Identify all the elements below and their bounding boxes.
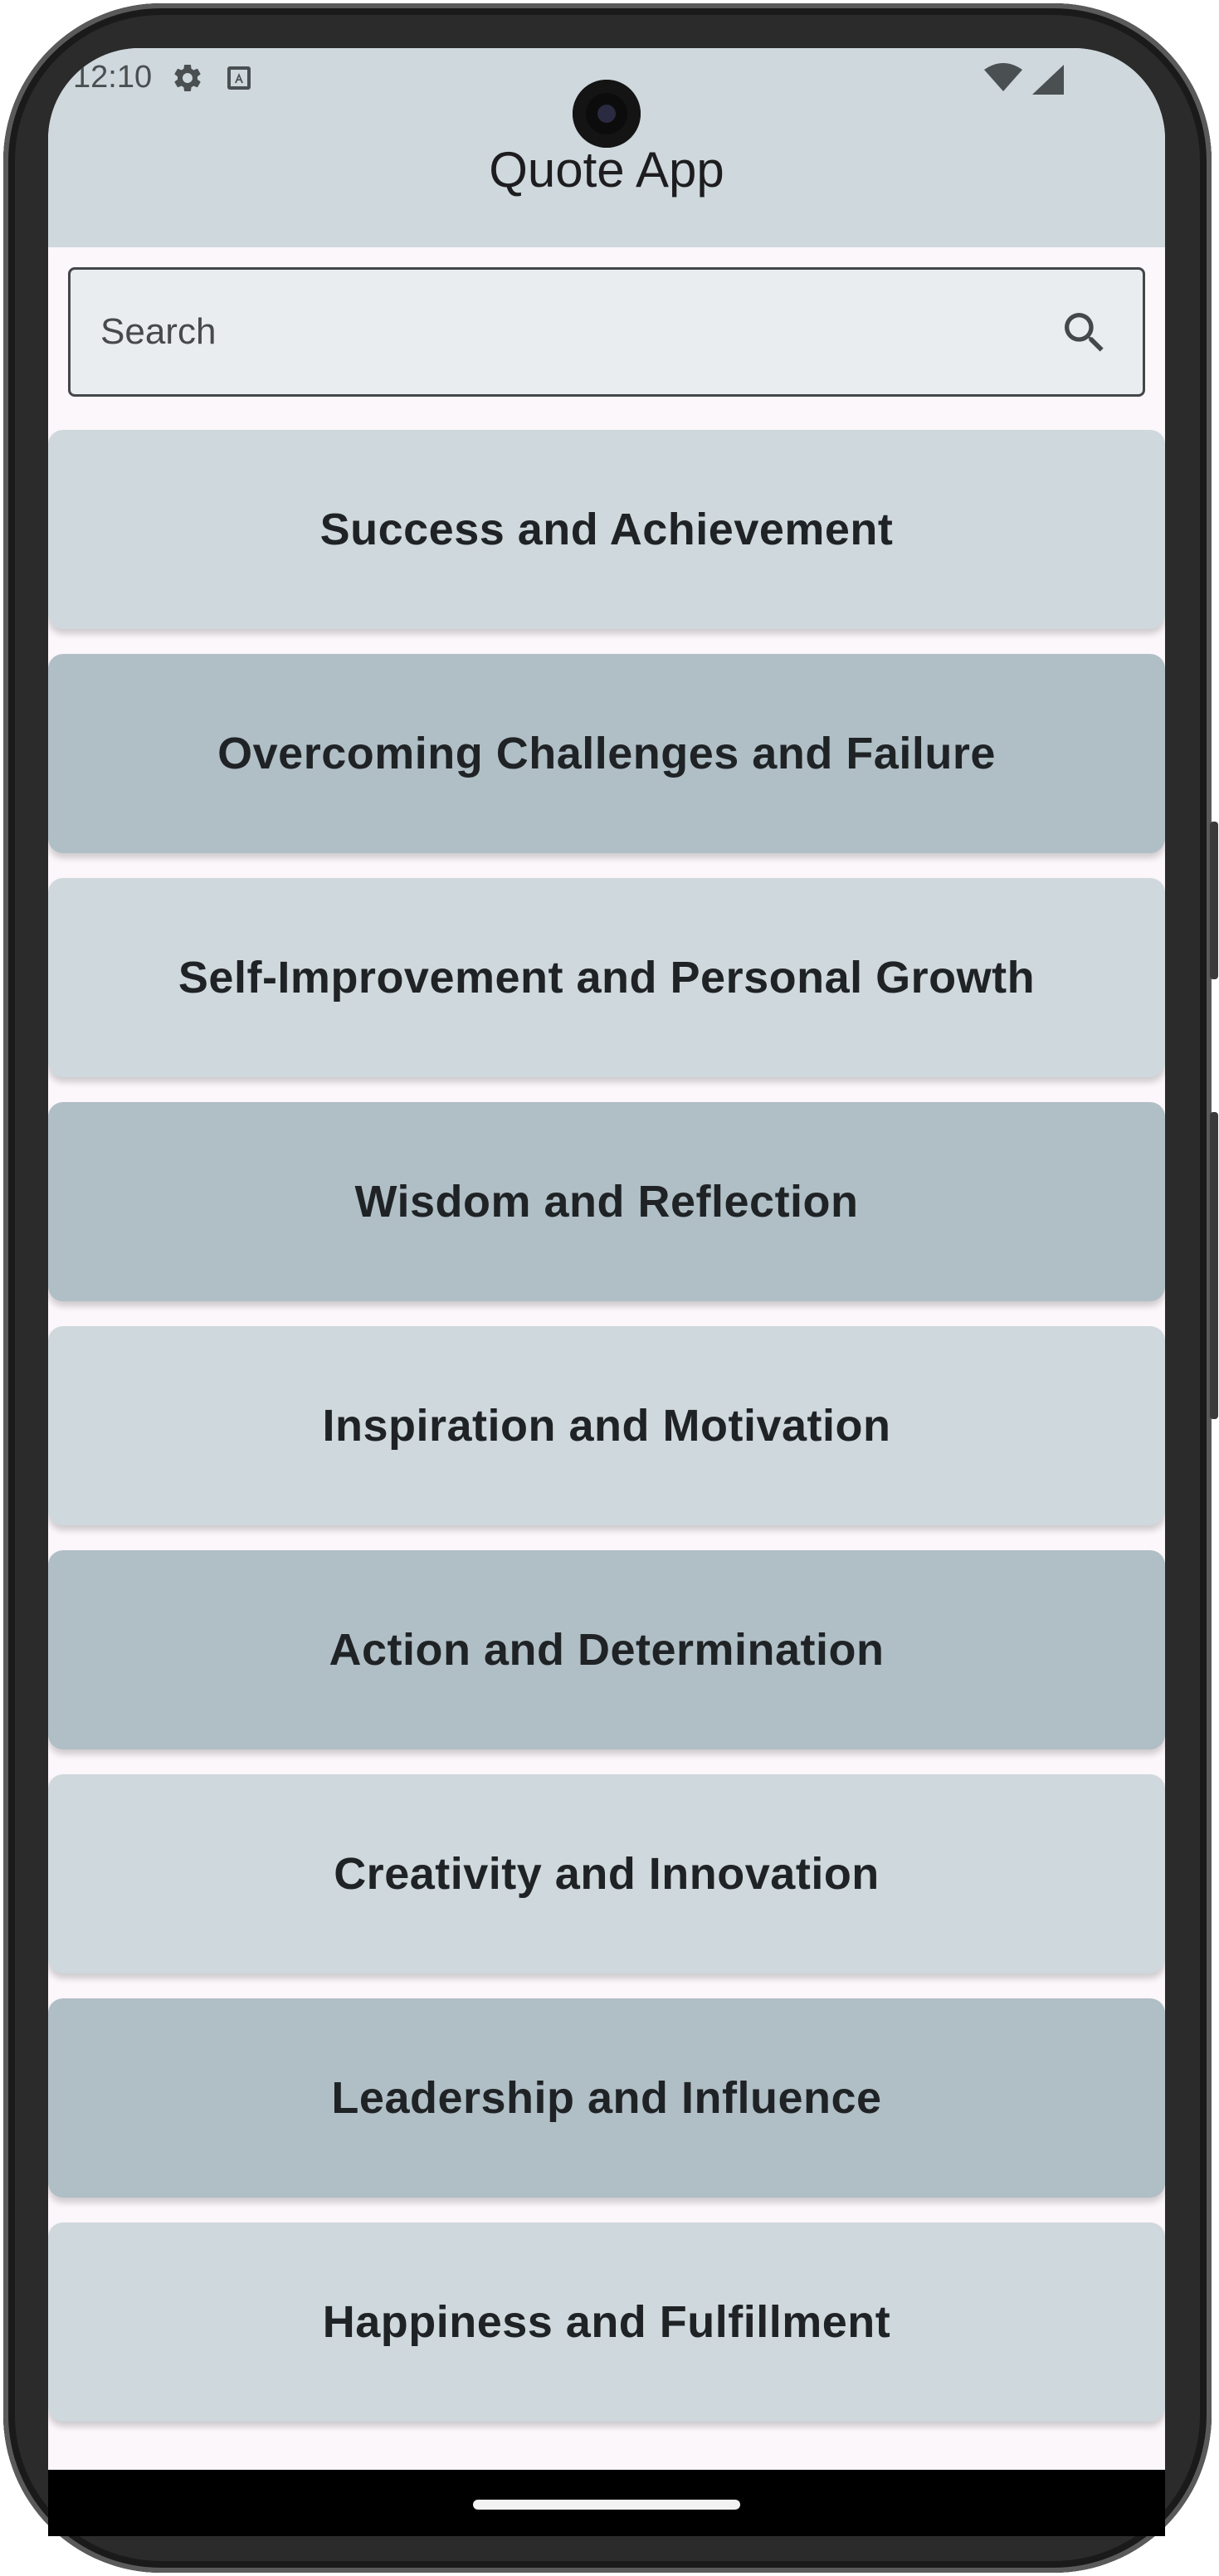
category-card-inspiration[interactable]: Inspiration and Motivation xyxy=(48,1326,1165,1525)
cellular-signal-icon xyxy=(1032,65,1064,95)
power-button xyxy=(1210,1112,1218,1419)
category-label: Happiness and Fulfillment xyxy=(322,2297,891,2347)
search-icon[interactable] xyxy=(1058,306,1111,359)
category-card-wisdom[interactable]: Wisdom and Reflection xyxy=(48,1102,1165,1301)
category-label: Inspiration and Motivation xyxy=(322,1401,891,1451)
phone-device: 12:10 Quote App Search Success and Achie… xyxy=(0,0,1219,2576)
category-label: Success and Achievement xyxy=(319,505,894,554)
status-icons xyxy=(171,61,251,95)
wifi-icon xyxy=(984,63,1022,91)
category-label: Self-Improvement and Personal Growth xyxy=(178,953,1036,1003)
keyboard-a-icon xyxy=(227,66,251,90)
letter-a-icon xyxy=(235,73,243,83)
category-label: Wisdom and Reflection xyxy=(354,1177,859,1227)
category-card-creativity[interactable]: Creativity and Innovation xyxy=(48,1774,1165,1973)
category-card-happiness[interactable]: Happiness and Fulfillment xyxy=(48,2222,1165,2422)
app-bar: 12:10 Quote App xyxy=(48,48,1165,247)
status-right-icons xyxy=(983,63,1065,96)
category-label: Leadership and Influence xyxy=(331,2073,882,2123)
home-indicator[interactable] xyxy=(473,2500,740,2510)
front-camera xyxy=(573,80,641,148)
volume-button xyxy=(1210,822,1218,979)
category-card-leadership[interactable]: Leadership and Influence xyxy=(48,1998,1165,2198)
category-label: Overcoming Challenges and Failure xyxy=(217,729,996,778)
category-card-action[interactable]: Action and Determination xyxy=(48,1550,1165,1749)
category-card-self-improvement[interactable]: Self-Improvement and Personal Growth xyxy=(48,878,1165,1077)
category-card-challenges[interactable]: Overcoming Challenges and Failure xyxy=(48,654,1165,853)
search-field[interactable]: Search xyxy=(68,267,1145,397)
category-card-success[interactable]: Success and Achievement xyxy=(48,430,1165,629)
status-time: 12:10 xyxy=(73,60,153,95)
app-title: Quote App xyxy=(489,142,724,198)
search-placeholder: Search xyxy=(100,311,217,352)
category-label: Action and Determination xyxy=(329,1625,885,1675)
settings-gear-icon xyxy=(174,64,201,91)
app-screen: 12:10 Quote App Search Success and Achie… xyxy=(48,48,1165,2478)
category-label: Creativity and Innovation xyxy=(334,1849,880,1899)
